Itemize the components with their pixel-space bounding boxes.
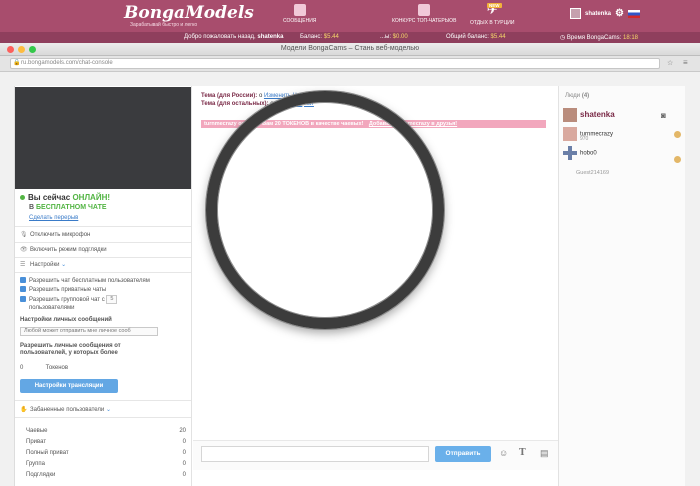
settings-toggle[interactable]: ☰ Настройки ⌄ <box>20 261 66 268</box>
clock-icon: ◷ <box>560 35 566 41</box>
chevron-down-icon: ⌄ <box>105 407 111 413</box>
text-format-icon[interactable]: T <box>519 448 526 458</box>
balance2-text: ...ы: $0.00 <box>380 34 408 40</box>
guest-list-item[interactable]: Guest214169 <box>576 170 609 176</box>
avatar <box>563 108 577 122</box>
online-status: Вы сейчас ОНЛАЙН! <box>20 193 110 202</box>
user-tokens: 970 <box>580 136 589 142</box>
balance-text: Баланс: $5.44 <box>300 34 339 40</box>
nav-contest[interactable]: КОНКУРС ТОП-ЧАТЕРЫОВ <box>392 4 456 24</box>
broadcast-settings-button[interactable]: Настройки трансляции <box>20 379 118 393</box>
flag-avatar-icon <box>563 146 577 160</box>
russia-flag-icon[interactable] <box>627 9 640 18</box>
divider <box>15 242 191 243</box>
lock-icon: 🔒 <box>13 60 21 66</box>
site-header: BongaModels Зарабатывай быстро и легко С… <box>0 0 700 32</box>
message-composer: Отправить ☺ T ▤ <box>193 440 558 470</box>
pm-allow-text: Разрешить личные сообщения от пользовате… <box>20 343 121 356</box>
min-tokens-input[interactable]: 0 <box>20 365 44 371</box>
checkbox-checked-icon <box>20 286 26 292</box>
total-balance-text: Общий баланс: $5.44 <box>446 34 506 40</box>
chat-console: Вы сейчас ОНЛАЙН! В БЕСПЛАТНОМ ЧАТЕ Сдел… <box>14 86 685 486</box>
take-break-link[interactable]: Сделать перерыв <box>29 215 78 221</box>
avatar <box>563 127 577 141</box>
address-bar: 🔒 ru.bongamodels.com/chat-console ☆ ≡ <box>0 56 700 72</box>
user-list-item[interactable]: shatenka <box>563 108 615 122</box>
webcam-preview <box>15 87 191 189</box>
user-list-item[interactable]: hobo0 <box>563 146 597 160</box>
browser-menu-icon[interactable]: ≡ <box>683 58 688 67</box>
divider <box>15 272 191 273</box>
server-time: ◷ Время BongaCams: 18:18 <box>560 35 639 41</box>
divider <box>15 226 191 227</box>
nav-contest-label: КОНКУРС ТОП-ЧАТЕРЫОВ <box>392 18 457 24</box>
message-input[interactable] <box>201 446 429 462</box>
window-titlebar: Модели BongaCams – Стань веб-моделью <box>0 43 700 56</box>
hand-icon: ✋ <box>20 407 28 413</box>
microphone-icon: 🎙 <box>20 232 28 238</box>
site-logo[interactable]: BongaModels <box>124 3 254 23</box>
min-tokens-row: 0 Токенов <box>20 365 69 371</box>
window-title: Модели BongaCams – Стань веб-моделью <box>280 45 420 52</box>
stat-row-tips: Чаевые 20 <box>26 428 186 434</box>
camera-icon[interactable]: ◙ <box>661 111 666 120</box>
stat-row-group: Группа 0 <box>26 461 186 467</box>
username-label: shatenka <box>585 10 612 17</box>
site-tagline: Зарабатывай быстро и легко <box>130 22 198 28</box>
nav-vacation-label: ОТДЫХ В ТУРЦИИ <box>470 20 515 26</box>
divider <box>15 257 191 258</box>
account-status-bar: Добро пожаловать назад, shatenka Баланс:… <box>0 32 700 43</box>
spy-mode-toggle[interactable]: 👁 Включить режим подглядки <box>20 246 107 253</box>
coin-icon <box>674 156 681 163</box>
checkbox-checked-icon <box>20 277 26 283</box>
group-suffix-label: пользователями <box>29 305 75 311</box>
envelope-icon <box>293 4 306 16</box>
eye-icon: 👁 <box>20 247 28 253</box>
user-menu[interactable]: shatenka ⚙ <box>570 8 640 19</box>
divider <box>15 417 191 418</box>
broadcast-panel: Вы сейчас ОНЛАЙН! В БЕСПЛАТНОМ ЧАТЕ Сдел… <box>15 86 192 486</box>
magnifier-ring <box>206 91 444 329</box>
stat-row-spy: Подглядки 0 <box>26 472 186 478</box>
emoji-icon[interactable]: ☺ <box>499 448 508 458</box>
url-field[interactable]: 🔒 ru.bongamodels.com/chat-console <box>10 58 660 69</box>
sliders-icon: ☰ <box>20 262 26 268</box>
nav-messages[interactable]: СООБЩЕНИЯ <box>283 4 316 24</box>
divider <box>15 400 191 401</box>
chevron-down-icon: ⌄ <box>61 262 67 268</box>
people-header: Люди (4) <box>565 93 590 99</box>
group-size-select[interactable]: 5 <box>106 295 118 304</box>
online-indicator-icon <box>20 195 25 200</box>
avatar <box>570 8 581 19</box>
allow-private-checkbox[interactable]: Разрешить приватные чаты <box>20 286 106 293</box>
gear-icon[interactable]: ⚙ <box>615 8 624 19</box>
stat-row-private: Приват 0 <box>26 439 186 445</box>
coin-icon <box>674 131 681 138</box>
bookmark-icon[interactable]: ☆ <box>667 59 673 67</box>
allow-group-checkbox[interactable]: Разрешить групповой чат с 5 <box>20 295 118 304</box>
checkbox-checked-icon <box>20 296 26 303</box>
welcome-text: Добро пожаловать назад, shatenka <box>184 34 284 40</box>
banned-users-toggle[interactable]: ✋ Забаненные пользователи ⌄ <box>20 406 111 413</box>
chat-mode-status: В БЕСПЛАТНОМ ЧАТЕ <box>29 204 107 211</box>
users-panel: Люди (4) shatenka ◙ turnmecrazy 970 hobo… <box>558 86 685 486</box>
chart-icon <box>418 4 431 16</box>
nav-messages-label: СООБЩЕНИЯ <box>283 18 317 24</box>
send-button[interactable]: Отправить <box>435 446 491 462</box>
browser-window: Модели BongaCams – Стань веб-моделью 🔒 r… <box>0 43 700 486</box>
translate-icon[interactable]: ▤ <box>540 448 549 458</box>
allow-free-chat-checkbox[interactable]: Разрешить чат бесплатным пользователям <box>20 277 150 284</box>
pm-policy-select-wrap: Любой может отправить мне личное сооб <box>20 327 158 336</box>
pm-policy-select[interactable]: Любой может отправить мне личное сооб <box>20 327 158 336</box>
pm-settings-title: Настройки личных сообщений <box>20 317 112 323</box>
new-badge: NEW <box>487 3 502 8</box>
stat-row-full-private: Полный приват 0 <box>26 450 186 456</box>
mute-microphone-toggle[interactable]: 🎙 Отключить микрофон <box>20 231 90 238</box>
